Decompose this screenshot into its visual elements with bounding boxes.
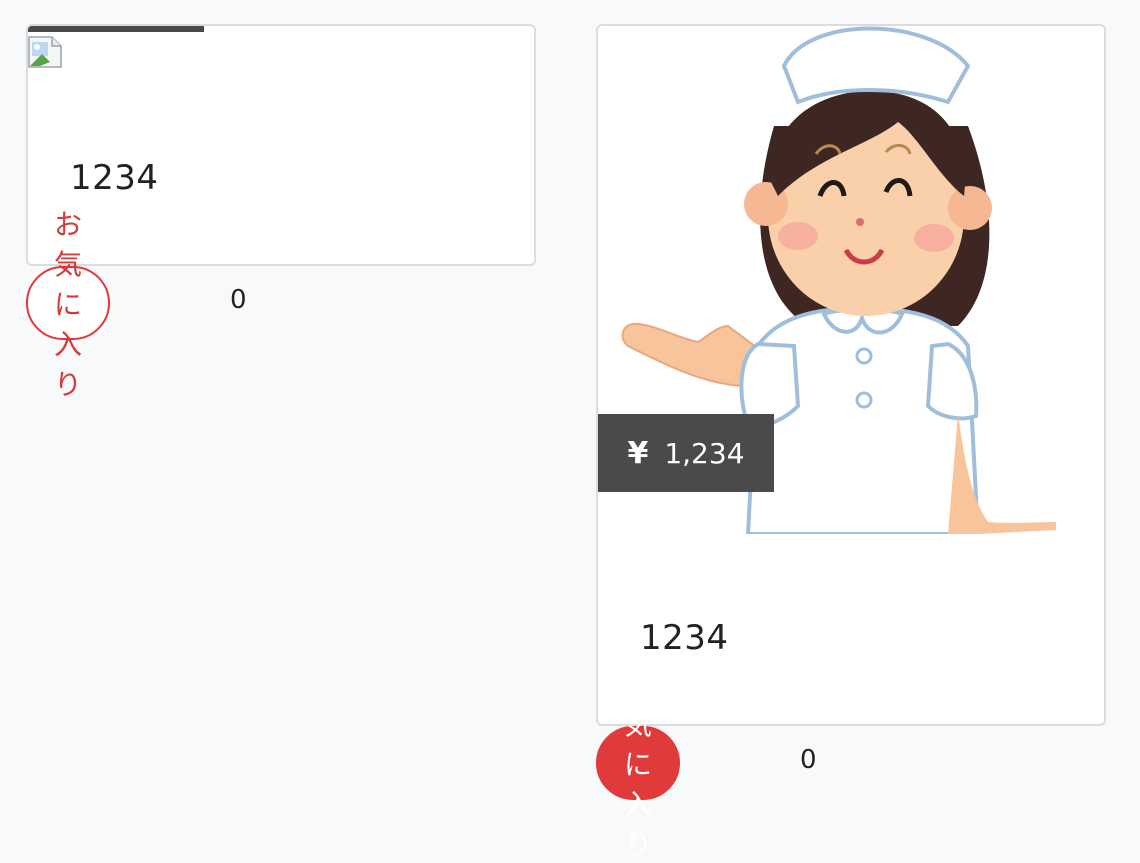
favorite-button[interactable]: お気に入り	[596, 668, 681, 861]
favorite-count: 0	[230, 285, 247, 315]
product-card[interactable]: 1234	[26, 24, 536, 266]
product-card[interactable]: ¥ 1,234 1234	[596, 24, 1106, 726]
favorite-button[interactable]: お気に入り	[26, 208, 111, 401]
price-tag: ¥ 1,234	[598, 414, 774, 492]
card-top-strip	[28, 26, 204, 32]
broken-image-icon	[28, 36, 62, 68]
product-number: 1234	[640, 618, 729, 658]
price-value: 1,234	[664, 436, 745, 470]
favorite-count: 0	[800, 745, 817, 775]
product-number: 1234	[70, 158, 159, 198]
yen-symbol: ¥	[627, 435, 649, 471]
